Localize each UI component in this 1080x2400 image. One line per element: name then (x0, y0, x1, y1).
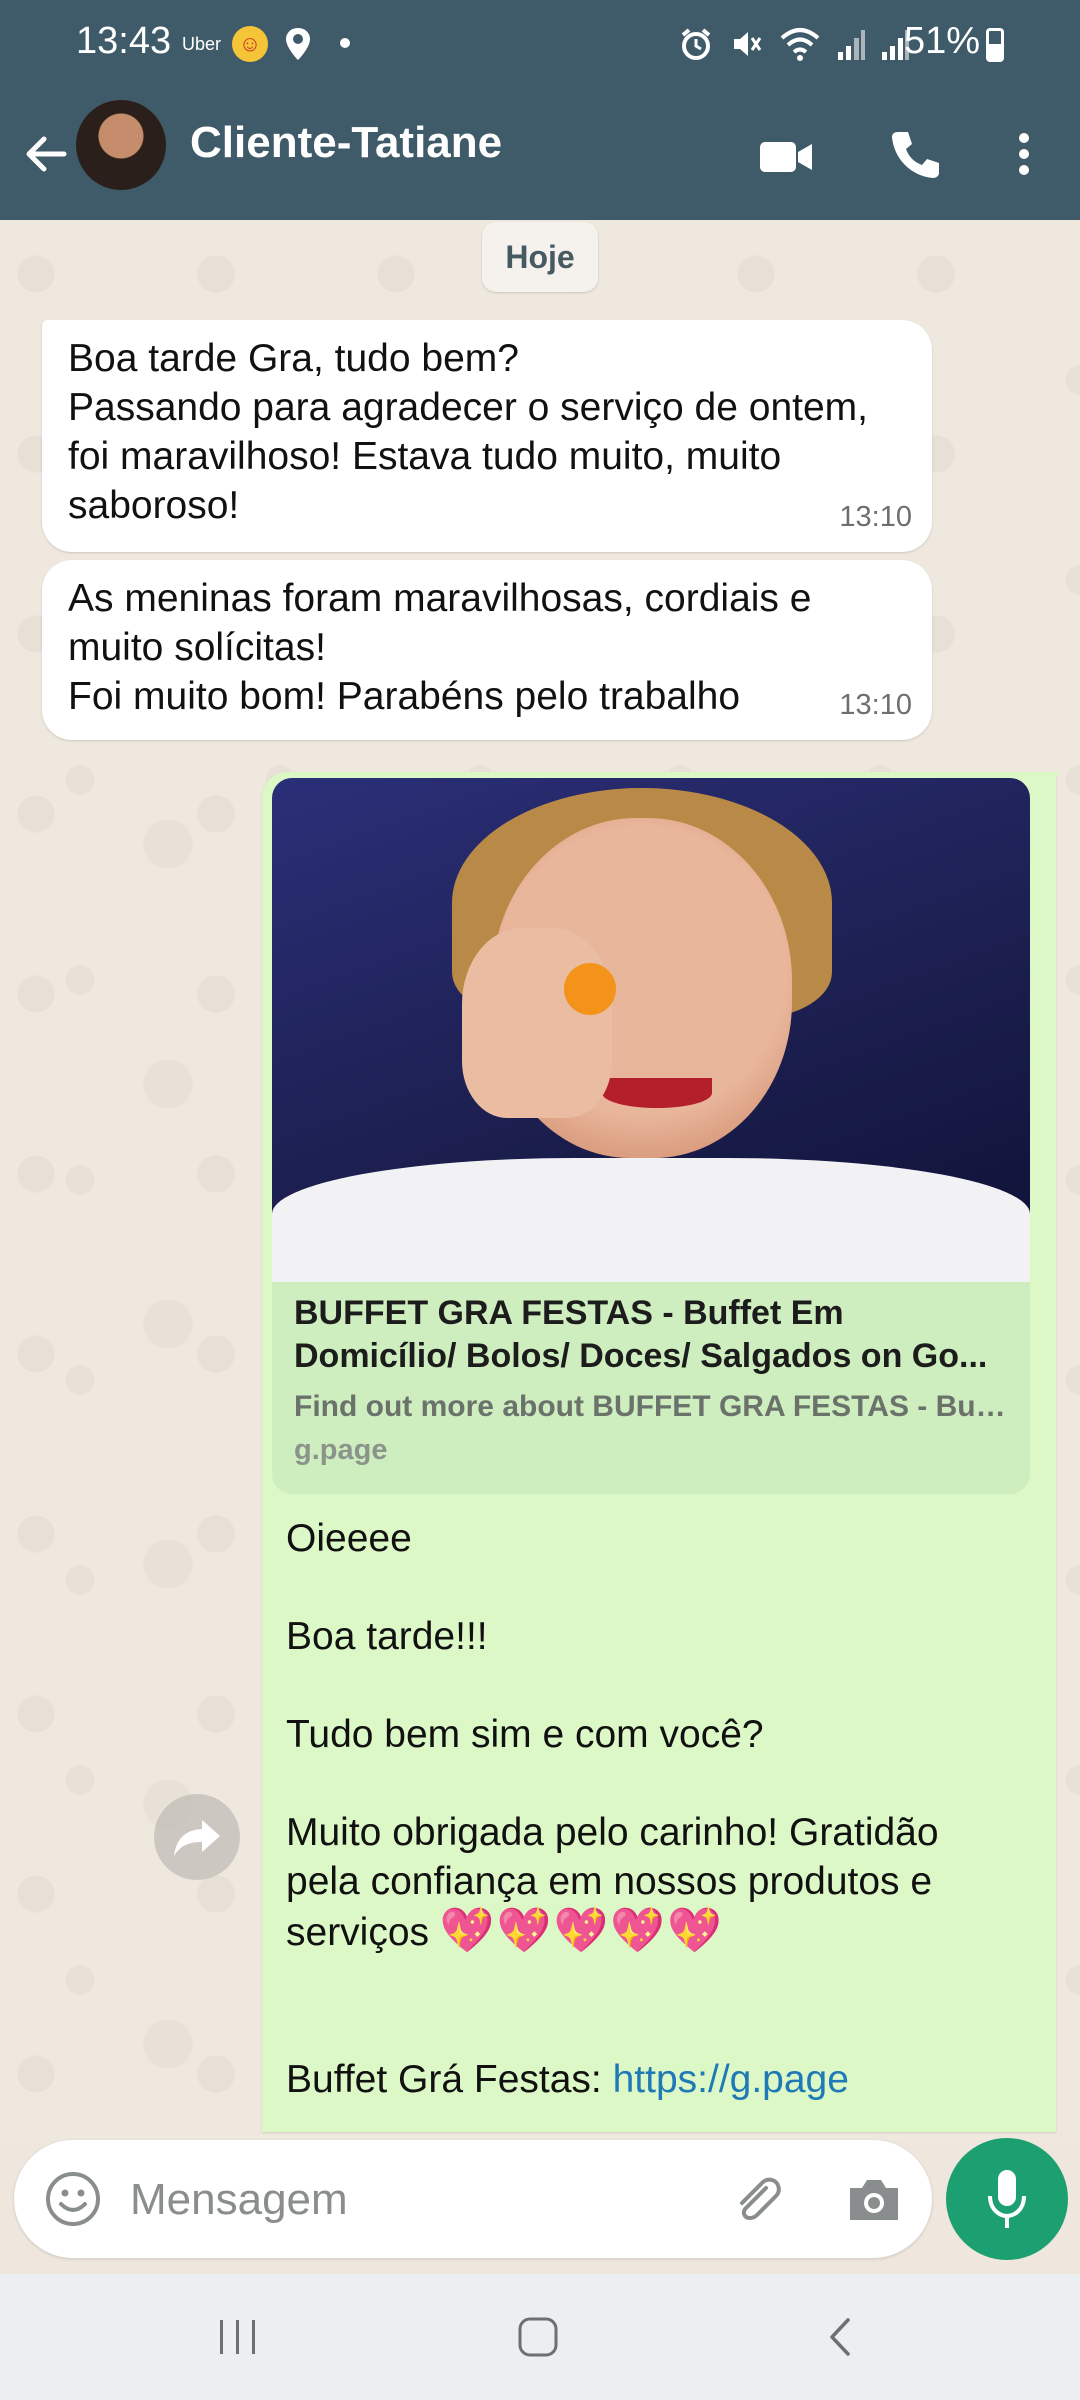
message-time: 13:10 (839, 501, 912, 533)
mute-icon (734, 32, 762, 56)
link-preview-title: BUFFET GRA FESTAS - Buffet Em Domicílio/… (294, 1294, 988, 1375)
forward-button[interactable] (154, 1794, 240, 1880)
link-preview-card[interactable]: BUFFET GRA FESTAS - Buffet Em Domicílio/… (272, 778, 1030, 1494)
date-separator: Hoje (482, 222, 598, 292)
link-preview-domain: g.page (294, 1434, 388, 1466)
camera-icon[interactable] (844, 2172, 904, 2228)
status-icons (678, 24, 910, 64)
message-line: Tudo bem sim e com você? (286, 1713, 764, 1756)
more-options-icon[interactable] (1004, 124, 1044, 184)
location-pin-icon (286, 28, 310, 60)
contact-name[interactable]: Cliente-Tatiane (190, 118, 502, 168)
forward-arrow-icon (174, 1820, 220, 1856)
attach-paperclip-icon[interactable] (726, 2170, 786, 2230)
voice-message-button[interactable] (946, 2138, 1068, 2260)
battery-percent: 51% (904, 20, 981, 62)
message-line: Boa tarde!!! (286, 1615, 488, 1658)
message-line: Oieeee (286, 1517, 412, 1560)
signal-1-icon (838, 30, 865, 60)
microphone-icon (988, 2170, 1026, 2228)
wifi-icon (780, 28, 820, 61)
link-preview-image (272, 778, 1030, 1282)
link-preview-description: Find out more about BUFFET GRA FESTAS - … (294, 1390, 1008, 1423)
message-input[interactable] (128, 2166, 692, 2234)
back-arrow-icon[interactable] (18, 126, 74, 182)
message-composer (14, 2140, 932, 2258)
battery-icon (986, 28, 1004, 62)
signature-text: Buffet Grá Festas: (286, 2058, 613, 2101)
signature-link[interactable]: https://g.page (613, 2058, 849, 2101)
home-icon[interactable] (514, 2314, 562, 2360)
contact-avatar[interactable] (76, 100, 166, 190)
incoming-message[interactable]: Boa tarde Gra, tudo bem? Passando para a… (42, 320, 932, 552)
notification-badge-icon: ☺ (232, 26, 268, 62)
message-time: 13:10 (839, 689, 912, 721)
voice-call-icon[interactable] (884, 124, 944, 184)
incoming-message[interactable]: As meninas foram maravilhosas, cordiais … (42, 560, 932, 740)
alarm-icon (681, 28, 711, 60)
system-navigation-bar (0, 2274, 1080, 2400)
video-call-icon[interactable] (756, 126, 816, 186)
status-bar: 13:43 Uber ☺ 51% (0, 0, 1080, 90)
message-line: Muito obrigada pelo carinho! Gratidão pe… (286, 1808, 1016, 1957)
notification-dot (340, 38, 350, 48)
status-time: 13:43 (76, 20, 172, 62)
recent-apps-icon[interactable] (214, 2314, 262, 2360)
signature-line: Buffet Grá Festas: https://g.page (286, 2055, 1016, 2104)
nav-back-icon[interactable] (818, 2314, 866, 2360)
emoji-icon[interactable] (44, 2170, 102, 2228)
uber-notification-label: Uber (182, 34, 222, 54)
sparkling-heart-emojis: 💖💖💖💖💖 (439, 1906, 724, 1955)
outgoing-message[interactable]: BUFFET GRA FESTAS - Buffet Em Domicílio/… (262, 772, 1056, 2132)
message-text: Boa tarde Gra, tudo bem? Passando para a… (68, 337, 868, 527)
message-text: As meninas foram maravilhosas, cordiais … (68, 577, 812, 718)
outgoing-message-text: Oieeee Boa tarde!!! Tudo bem sim e com v… (286, 1514, 1016, 2132)
chat-header: Cliente-Tatiane (0, 90, 1080, 220)
